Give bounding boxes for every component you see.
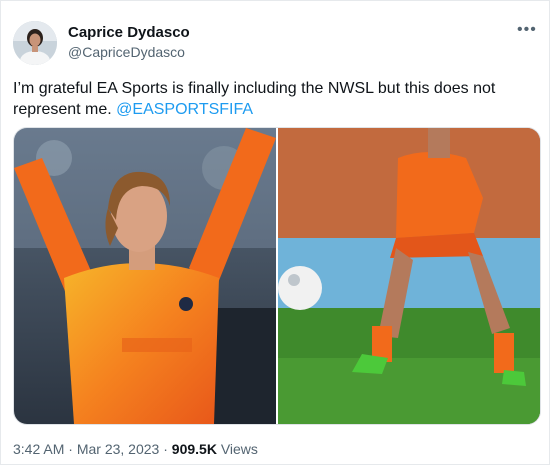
media-right-photo[interactable] [278,128,540,424]
tweet-card: Caprice Dydasco @CapriceDydasco ••• I’m … [0,0,550,465]
more-options-icon[interactable]: ••• [517,21,537,39]
display-name[interactable]: Caprice Dydasco [68,24,190,41]
tweet-meta: 3:42 AM · Mar 23, 2023 · 909.5K Views [13,441,258,457]
game-render-image [14,128,276,424]
user-handle[interactable]: @CapriceDydasco [68,44,185,60]
media-left-photo[interactable] [14,128,276,424]
tweet-body: I’m grateful EA Sports is finally includ… [13,80,496,118]
views-count: 909.5K [171,441,217,457]
tweet-text: I’m grateful EA Sports is finally includ… [13,78,533,120]
media-grid [13,127,541,425]
meta-separator: · [163,441,168,457]
tweet-date[interactable]: Mar 23, 2023 [77,441,160,457]
mention-link[interactable]: @EASPORTSFIFA [116,101,253,118]
views-label: Views [220,441,258,457]
real-player-image [278,128,540,424]
meta-separator: · [68,441,73,457]
avatar-image [13,21,57,65]
avatar[interactable] [13,21,57,65]
tweet-time[interactable]: 3:42 AM [13,441,64,457]
